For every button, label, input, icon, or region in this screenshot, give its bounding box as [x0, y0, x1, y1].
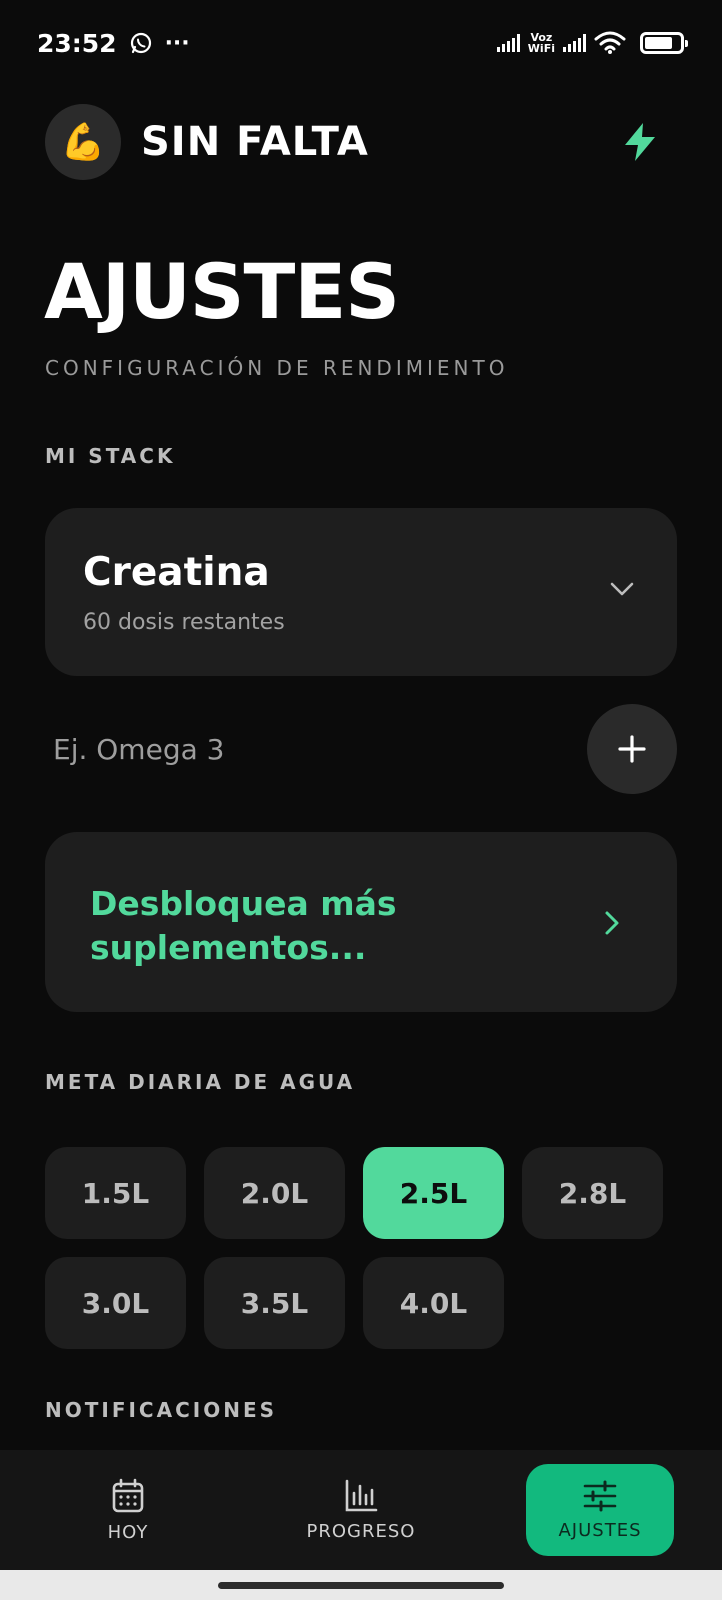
signal-icon	[563, 34, 586, 52]
stack-item-name: Creatina	[83, 550, 270, 595]
water-goal-options: 1.5L 2.0L 2.5L 2.8L 3.0L 3.5L 4.0L	[45, 1147, 677, 1367]
app-header: 💪 SIN FALTA	[45, 104, 677, 180]
wifi-icon	[594, 31, 626, 54]
supplement-name-input[interactable]	[45, 732, 545, 766]
bottom-navigation: HOY PROGRESO AJUSTES	[0, 1450, 722, 1570]
nav-item-ajustes[interactable]: AJUSTES	[526, 1464, 674, 1556]
status-time: 23:52	[37, 28, 117, 58]
stack-item-card[interactable]: Creatina 60 dosis restantes	[45, 508, 677, 676]
water-option-2-8l[interactable]: 2.8L	[522, 1147, 663, 1239]
brand-title: SIN FALTA	[141, 119, 369, 165]
nav-item-hoy[interactable]: HOY	[60, 1464, 196, 1556]
water-option-3-5l[interactable]: 3.5L	[204, 1257, 345, 1349]
voz-wifi-icon: Voz WiFi	[527, 31, 555, 55]
chevron-right-icon	[605, 911, 619, 935]
status-left: 23:52 ···	[37, 29, 190, 58]
status-bar: 23:52 ··· Voz WiFi	[0, 0, 722, 86]
chevron-down-icon[interactable]	[609, 580, 635, 598]
water-row: 1.5L 2.0L 2.5L 2.8L	[45, 1147, 677, 1239]
page-subtitle: CONFIGURACIÓN DE RENDIMIENTO	[45, 356, 509, 380]
more-notifications-icon: ···	[164, 30, 190, 56]
system-navigation-bar	[0, 1570, 722, 1600]
status-right: Voz WiFi	[496, 31, 688, 55]
flexed-biceps-icon: 💪	[60, 122, 106, 163]
water-option-3-0l[interactable]: 3.0L	[45, 1257, 186, 1349]
sliders-icon	[583, 1480, 617, 1511]
nav-item-progreso[interactable]: PROGRESO	[293, 1464, 429, 1556]
stack-item-doses: 60 dosis restantes	[83, 610, 285, 635]
section-label-stack: MI STACK	[45, 444, 176, 468]
bar-chart-icon	[345, 1479, 378, 1511]
water-option-4-0l[interactable]: 4.0L	[363, 1257, 504, 1349]
section-label-water: META DIARIA DE AGUA	[45, 1070, 356, 1094]
water-row: 3.0L 3.5L 4.0L	[45, 1257, 677, 1349]
nav-label-hoy: HOY	[107, 1521, 149, 1543]
nav-label-ajustes: AJUSTES	[558, 1519, 642, 1541]
add-supplement-button[interactable]	[587, 704, 677, 794]
signal-icon	[496, 34, 520, 52]
water-option-2-0l[interactable]: 2.0L	[204, 1147, 345, 1239]
plus-icon	[618, 735, 646, 763]
calendar-icon	[112, 1478, 144, 1512]
unlock-supplements-text: Desbloquea más suplementos...	[90, 884, 397, 967]
page-title: AJUSTES	[44, 247, 400, 336]
avatar[interactable]: 💪	[45, 104, 121, 180]
whatsapp-icon	[130, 32, 151, 54]
add-supplement-row	[45, 704, 677, 794]
water-option-1-5l[interactable]: 1.5L	[45, 1147, 186, 1239]
water-option-2-5l[interactable]: 2.5L	[363, 1147, 504, 1239]
battery-icon	[640, 32, 688, 54]
nav-label-progreso: PROGRESO	[306, 1520, 416, 1542]
home-indicator[interactable]	[218, 1582, 504, 1589]
section-label-notifications: NOTIFICACIONES	[45, 1398, 278, 1422]
lightning-bolt-icon[interactable]	[621, 122, 659, 162]
unlock-supplements-card[interactable]: Desbloquea más suplementos...	[45, 832, 677, 1012]
